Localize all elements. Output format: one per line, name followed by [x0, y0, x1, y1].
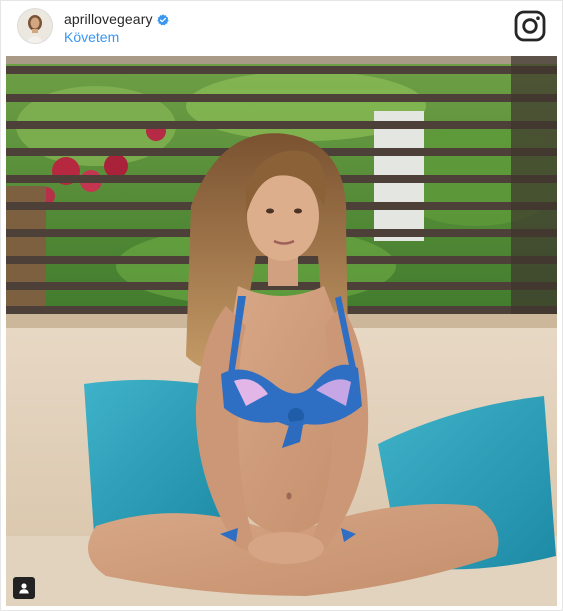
follow-button[interactable]: Követem [64, 29, 169, 45]
username-link[interactable]: aprillovegeary [64, 11, 153, 27]
post-photo[interactable] [6, 56, 557, 606]
user-info: aprillovegeary Követem [64, 10, 169, 45]
username-row: aprillovegeary [64, 10, 169, 28]
post-header: aprillovegeary Követem [0, 0, 563, 56]
instagram-logo-icon[interactable] [514, 10, 546, 42]
user-avatar[interactable] [17, 8, 53, 44]
verified-badge-icon [156, 13, 169, 26]
user-tag-icon[interactable] [13, 577, 35, 599]
